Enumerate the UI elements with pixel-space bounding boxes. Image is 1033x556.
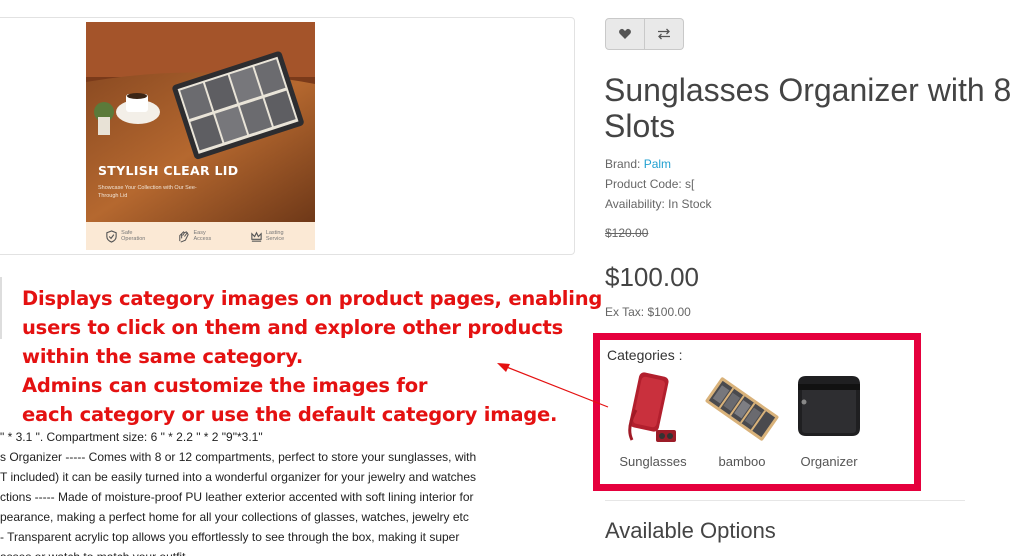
category-organizer[interactable]: Organizer: [788, 370, 870, 469]
old-price: $120.00: [605, 226, 649, 240]
description-line: ctions ----- Made of moisture-proof PU l…: [0, 490, 474, 504]
product-meta: Brand: Palm Product Code: s[ Availabilit…: [605, 154, 712, 214]
feature-lasting: Lasting Service: [250, 230, 296, 243]
availability-value: In Stock: [668, 197, 712, 211]
description-line: - Transparent acrylic top allows you eff…: [0, 530, 460, 544]
availability-row: Availability: In Stock: [605, 194, 712, 214]
category-name: bamboo: [718, 454, 766, 469]
photo-caption-title: STYLISH CLEAR LID: [98, 163, 239, 178]
category-image-organizer: [798, 376, 860, 436]
heart-icon: [619, 28, 631, 39]
description-line: pearance, making a perfect home for all …: [0, 510, 469, 524]
annotation-line: each category or use the default categor…: [22, 403, 558, 426]
product-code-value: s[: [685, 177, 695, 191]
product-code-row: Product Code: s[: [605, 174, 712, 194]
crown-icon: [251, 231, 262, 242]
feature-safe: Safe Operation: [105, 230, 151, 243]
wishlist-button[interactable]: [605, 18, 645, 50]
compare-arrows-icon: [658, 28, 670, 40]
annotation-line: within the same category.: [22, 345, 304, 368]
product-description: " * 3.1 ". Compartment size: 6 " * 2.2 "…: [0, 427, 565, 556]
annotation-line: Admins can customize the images for: [22, 374, 428, 397]
feature-label: Lasting Service: [265, 229, 285, 243]
product-action-buttons: [605, 18, 684, 50]
annotation-callout: Displays category images on product page…: [22, 284, 642, 429]
description-line: asses or watch to match your outfit.: [0, 547, 565, 556]
annotation-line: Displays category images on product page…: [22, 287, 603, 310]
category-bamboo[interactable]: bamboo: [700, 370, 784, 469]
feature-label: Safe Operation: [121, 229, 146, 243]
feature-label: Easy Access: [193, 229, 212, 243]
availability-label: Availability:: [605, 197, 669, 211]
product-code-label: Product Code:: [605, 177, 686, 191]
brand-row: Brand: Palm: [605, 154, 712, 174]
brand-link[interactable]: Palm: [644, 157, 671, 171]
photo-caption-subtitle: Showcase Your Collection with Our See-Th…: [98, 185, 197, 199]
categories-box: Categories : Sunglasses bamboo Organizer: [593, 333, 921, 491]
thumbnail-edge: [0, 277, 2, 339]
feature-easy: Easy Access: [177, 230, 223, 243]
category-name: Organizer: [800, 454, 858, 469]
hand-icon: [179, 230, 190, 243]
annotation-line: users to click on them and explore other…: [22, 316, 564, 339]
category-image-bamboo: [705, 377, 779, 441]
brand-label: Brand:: [605, 157, 644, 171]
description-line: T included) it can be easily turned into…: [0, 470, 477, 484]
product-image[interactable]: STYLISH CLEAR LID Showcase Your Collecti…: [86, 22, 315, 250]
compare-button[interactable]: [645, 18, 684, 50]
feature-strip: Safe Operation Easy Access Lasting Servi…: [86, 222, 315, 250]
shield-check-icon: [106, 229, 117, 243]
available-options-heading: Available Options: [605, 518, 776, 543]
section-divider: [605, 500, 965, 501]
description-line: " * 3.1 ". Compartment size: 6 " * 2.2 "…: [0, 430, 263, 444]
product-title: Sunglasses Organizer with 8 Slots: [604, 72, 1012, 144]
category-name: Sunglasses: [619, 454, 687, 469]
description-line: s Organizer ----- Comes with 8 or 12 com…: [0, 450, 477, 464]
